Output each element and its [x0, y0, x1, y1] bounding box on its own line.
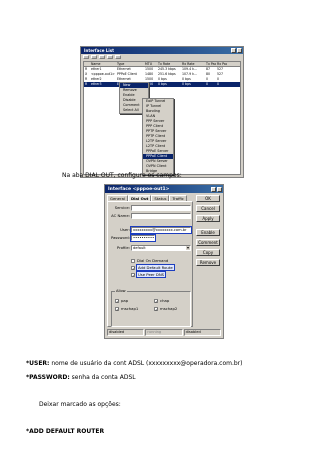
allow-pap-option[interactable]: ✓ pap: [115, 298, 128, 303]
add-default-route-option[interactable]: ✓ Add Default Route: [131, 264, 175, 271]
caption-password-bold: *PASSWORD:: [26, 374, 70, 381]
service-field[interactable]: [131, 205, 191, 211]
use-peer-dns-label: Use Peer DNS: [135, 271, 167, 278]
column-header[interactable]: Type: [116, 62, 144, 66]
dialog-status-bar: disabled running disabled: [107, 329, 221, 336]
table-row-selected[interactable]: R ether3 Ethernet 1500 0 bps 0 bps 0 0: [84, 82, 240, 87]
mschap1-checkbox[interactable]: ✓: [115, 306, 119, 311]
filter-icon[interactable]: [115, 55, 121, 59]
cancel-button[interactable]: Cancel: [196, 205, 220, 212]
close-icon[interactable]: [237, 48, 242, 53]
mschap1-label: mschap1: [121, 306, 139, 311]
close-icon[interactable]: [217, 186, 222, 192]
column-header[interactable]: Rx Pac...: [216, 62, 227, 66]
disable-icon[interactable]: [107, 55, 113, 59]
pap-checkbox[interactable]: ✓: [115, 298, 119, 303]
dial-on-demand-option[interactable]: Dial On Demand: [131, 258, 168, 263]
status-cell: disabled: [107, 329, 145, 336]
service-label: Service:: [114, 205, 130, 210]
profile-label: Profile:: [116, 245, 130, 250]
table-cell: 0: [217, 82, 220, 86]
enable-icon[interactable]: [99, 55, 105, 59]
table-cell: 0 bps: [182, 82, 191, 86]
interface-dialog-window: Interface <pppoe-out1> General Dial Out …: [104, 184, 224, 339]
comment-button[interactable]: Comment: [196, 239, 220, 246]
minimize-icon[interactable]: [231, 48, 236, 53]
column-header[interactable]: Rx Rate: [181, 62, 205, 66]
chap-label: chap: [160, 298, 170, 303]
allow-group: Allow ✓ pap ✓ chap ✓ mschap1 ✓ mschap2: [111, 289, 191, 327]
table-cell: 0: [206, 82, 209, 86]
new-interface-submenu: EoIP Tunnel IP Tunnel Bonding VLAN PPP S…: [142, 98, 174, 175]
apply-button[interactable]: Apply: [196, 215, 220, 222]
caption-dial-out: Na aba DIAL OUT, configure os campos:: [62, 172, 182, 179]
caption-password: *PASSWORD: senha da conta ADSL: [26, 374, 136, 382]
caption-user-text: nome de usuário da cont ADSL (xxxxxxxxx@…: [49, 360, 243, 367]
caption-user-bold: *USER:: [26, 360, 50, 367]
mschap2-label: mschap2: [160, 306, 178, 311]
ac-name-label: AC Name:: [111, 213, 130, 218]
interface-list-title: Interface List: [84, 48, 115, 53]
caption-user: *USER: nome de usuário da cont ADSL (xxx…: [26, 360, 243, 368]
password-label: Password:: [110, 235, 130, 240]
dial-out-panel: Service: AC Name: User: xxxxxxxxx@xxxxxx…: [107, 201, 193, 327]
remove-icon[interactable]: [91, 55, 97, 59]
column-header[interactable]: Tx Rate: [157, 62, 181, 66]
table-cell: 0 bps: [158, 82, 167, 86]
copy-button[interactable]: Copy: [196, 249, 220, 256]
column-header[interactable]: MTU: [144, 62, 157, 66]
dial-on-demand-checkbox[interactable]: [131, 258, 135, 263]
interface-list-window: Interface List Name Type MTU Tx Rate Rx …: [80, 46, 244, 178]
password-field[interactable]: ••••••••••: [130, 234, 156, 242]
window-controls: [211, 186, 223, 192]
profile-select[interactable]: default: [131, 245, 191, 251]
minimize-icon[interactable]: [211, 186, 216, 192]
window-controls: [231, 48, 243, 53]
use-peer-dns-checkbox[interactable]: ✓: [131, 272, 135, 277]
add-default-route-checkbox[interactable]: ✓: [131, 265, 135, 270]
add-icon[interactable]: [83, 55, 89, 59]
allow-mschap1-option[interactable]: ✓ mschap1: [115, 306, 138, 311]
dialog-titlebar: Interface <pppoe-out1>: [105, 185, 223, 193]
caption-password-text: senha da conta ADSL: [69, 374, 136, 381]
interface-list-titlebar: Interface List: [81, 47, 243, 54]
allow-chap-option[interactable]: ✓ chap: [154, 298, 169, 303]
status-cell: running: [145, 329, 183, 336]
enable-button[interactable]: Enable: [196, 229, 220, 236]
dial-on-demand-label: Dial On Demand: [137, 258, 169, 263]
caption-default-route: *ADD DEFAULT ROUTER: [26, 428, 105, 435]
add-default-route-label: Add Default Route: [136, 264, 175, 271]
ok-button[interactable]: OK: [196, 195, 220, 202]
mschap2-checkbox[interactable]: ✓: [154, 306, 158, 311]
allow-mschap2-option[interactable]: ✓ mschap2: [154, 306, 177, 311]
interface-list-toolbar: [81, 54, 243, 60]
use-peer-dns-option[interactable]: ✓ Use Peer DNS: [131, 271, 167, 278]
column-header[interactable]: Name: [90, 62, 116, 66]
allow-label: Allow: [115, 289, 127, 294]
chap-checkbox[interactable]: ✓: [154, 298, 158, 303]
dialog-title: Interface <pppoe-out1>: [108, 186, 170, 192]
ac-name-field[interactable]: [131, 213, 191, 219]
dialog-buttons: OK Cancel Apply Enable Comment Copy Remo…: [196, 195, 220, 266]
user-label: User:: [120, 227, 130, 232]
column-header[interactable]: Tx Pac...: [205, 62, 216, 66]
pap-label: pap: [121, 298, 129, 303]
table-cell: ether3: [91, 82, 102, 86]
status-cell: disabled: [183, 329, 221, 336]
remove-button[interactable]: Remove: [196, 259, 220, 266]
user-field[interactable]: xxxxxxxxx@xxxxxxxx.com.br: [130, 226, 192, 234]
caption-marked-options: Deixar marcado as opções:: [39, 401, 121, 408]
